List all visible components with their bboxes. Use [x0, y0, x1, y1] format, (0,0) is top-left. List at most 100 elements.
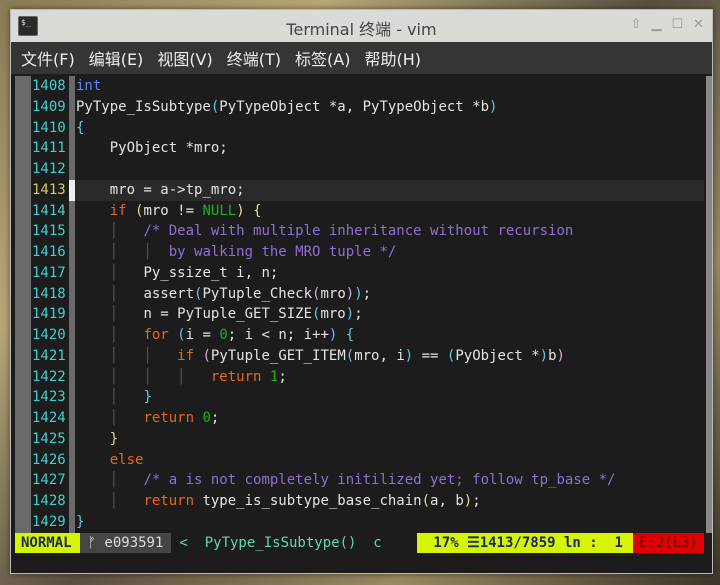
code-line[interactable]: 1424 │ return 0;	[15, 408, 704, 429]
window-title: Terminal 终端 - vim	[286, 20, 437, 39]
code-line[interactable]: 1421 │ │ if (PyTuple_GET_ITEM(mro, i) ==…	[15, 345, 704, 367]
code-token: )	[539, 347, 549, 364]
menu-terminal[interactable]: 终端(T)	[227, 46, 281, 70]
code-token: PyType_IsSubtype	[76, 98, 211, 115]
code-token: else	[109, 451, 144, 468]
code-line[interactable]: 1415 │ /* Deal with multiple inheritance…	[15, 221, 704, 242]
indent-guide: │	[143, 368, 178, 385]
code-line[interactable]: 1419 │ n = PyTuple_GET_SIZE(mro);	[15, 304, 704, 325]
code-token: mro, i	[354, 347, 405, 364]
indent-guide: │	[143, 347, 178, 364]
menu-file[interactable]: 文件(F)	[21, 46, 75, 70]
cursor-position: 17% ☰1413/7859 ln : 1	[417, 533, 633, 553]
code-token: type_is_subtype_base_chain	[194, 493, 422, 509]
code-text: int	[75, 76, 704, 97]
fold-column	[15, 408, 31, 429]
code-line[interactable]: 1417 │ Py_ssize_t i, n;	[15, 262, 704, 284]
code-line[interactable]: 1423 │ }	[15, 387, 704, 408]
code-text: │ │ by walking the MRO tuple */	[75, 242, 704, 263]
indent-guide: │	[76, 223, 144, 240]
menu-bar: 文件(F) 编辑(E) 视图(V) 终端(T) 标签(A) 帮助(H)	[11, 42, 712, 74]
menu-help[interactable]: 帮助(H)	[364, 46, 421, 70]
fold-column	[15, 428, 31, 450]
code-line[interactable]: 1409 PyType_IsSubtype(PyTypeObject *a, Py…	[15, 96, 704, 118]
fold-column	[15, 511, 31, 533]
fold-column	[15, 159, 31, 180]
code-line[interactable]: 1411 PyObject *mro;	[15, 138, 704, 159]
code-token: mro	[320, 285, 346, 302]
code-line[interactable]: 1420 │ for (i = 0; i < n; i++) {	[15, 325, 704, 346]
minimize-icon[interactable]: ▁	[651, 17, 661, 32]
code-token: mro !=	[143, 202, 203, 219]
code-token: )	[404, 347, 414, 364]
code-line[interactable]: 1408 int	[15, 76, 704, 97]
code-token: assert	[143, 285, 195, 302]
line-number: 1415	[32, 223, 66, 240]
indent-guide: │	[76, 327, 144, 343]
line-number: 1419	[32, 306, 66, 323]
code-line[interactable]: 1429}	[15, 511, 704, 533]
code-line[interactable]: 1418 │ assert(PyTuple_Check(mro));	[15, 283, 704, 305]
code-text: PyObject *mro;	[75, 138, 704, 159]
indent-guide: │	[177, 368, 211, 385]
error-count: E:2(L3)	[632, 533, 704, 553]
maximize-icon[interactable]: ☐	[671, 17, 683, 32]
menu-edit[interactable]: 编辑(E)	[89, 46, 144, 70]
code-line[interactable]: 1416 │ │ by walking the MRO tuple */	[15, 242, 704, 263]
line-number: 1428	[32, 493, 66, 509]
code-token: {	[253, 202, 262, 219]
code-line[interactable]: 1427 │ /* a is not completely initilized…	[15, 470, 704, 491]
code-token: {	[76, 119, 85, 136]
code-text: │ /* Deal with multiple inheritance with…	[75, 221, 704, 242]
line-number: 1413	[32, 181, 66, 198]
code-line[interactable]: 1410 {	[15, 117, 704, 139]
code-token: /* Deal with multiple inheritance withou…	[143, 223, 574, 240]
code-token: 0	[219, 327, 228, 343]
close-icon[interactable]: ✕	[693, 17, 704, 32]
code-line[interactable]: 1428 │ return type_is_subtype_base_chain…	[15, 491, 704, 512]
indent-guide: │	[76, 493, 144, 509]
fold-column	[15, 283, 31, 305]
scrollbar[interactable]	[706, 76, 712, 533]
code-token: )	[354, 285, 363, 302]
code-line[interactable]: 1412	[15, 159, 704, 180]
code-line[interactable]: 1414 if (mro != NULL) {	[15, 200, 704, 222]
code-token: int	[76, 78, 102, 94]
fold-column	[15, 449, 31, 471]
indent-guide: │	[76, 472, 144, 489]
vim-editor[interactable]: 1408 int 1409 PyType_IsSubtype(PyTypeObject…	[15, 76, 712, 533]
code-token: i =	[185, 327, 220, 343]
line-number: 1429	[32, 513, 66, 530]
up-arrow-icon[interactable]: ⇧	[631, 17, 642, 32]
fold-column	[15, 345, 31, 367]
title-bar[interactable]: $_ Terminal 终端 - vim ⇧ ▁ ☐ ✕	[11, 10, 712, 42]
line-number: 1417	[32, 264, 66, 281]
code-token: )	[236, 202, 245, 219]
line-number: 1427	[32, 472, 66, 489]
code-token: (	[345, 347, 355, 364]
code-token: PyTuple_GET_ITEM	[210, 347, 346, 364]
menu-tabs[interactable]: 标签(A)	[295, 46, 350, 70]
fold-column	[15, 387, 31, 408]
code-line[interactable]: 1426 else	[15, 449, 704, 471]
code-line[interactable]: 1425 }	[15, 428, 704, 450]
fold-column	[15, 76, 31, 97]
line-number: 1412	[32, 161, 66, 177]
code-text: mro = a->tp_mro;	[75, 179, 704, 201]
indent-guide: │	[143, 244, 169, 260]
code-token: PyObject *	[455, 347, 540, 364]
code-token: ==	[413, 347, 447, 364]
current-function: < PyType_IsSubtype() c	[179, 535, 382, 551]
code-text: │ /* a is not completely initilized yet;…	[75, 470, 704, 491]
line-number: 1422	[32, 368, 66, 385]
code-token: PyTypeObject *a, PyTypeObject *b	[219, 98, 490, 115]
code-line[interactable]: 1413 mro = a->tp_mro;	[15, 179, 704, 201]
code-line[interactable]: 1422 │ │ │ return 1;	[15, 366, 704, 388]
code-token: return	[143, 493, 195, 509]
menu-view[interactable]: 视图(V)	[157, 46, 212, 70]
code-token: n = PyTuple_GET_SIZE	[143, 306, 313, 323]
code-text: │ for (i = 0; i < n; i++) {	[75, 325, 704, 346]
